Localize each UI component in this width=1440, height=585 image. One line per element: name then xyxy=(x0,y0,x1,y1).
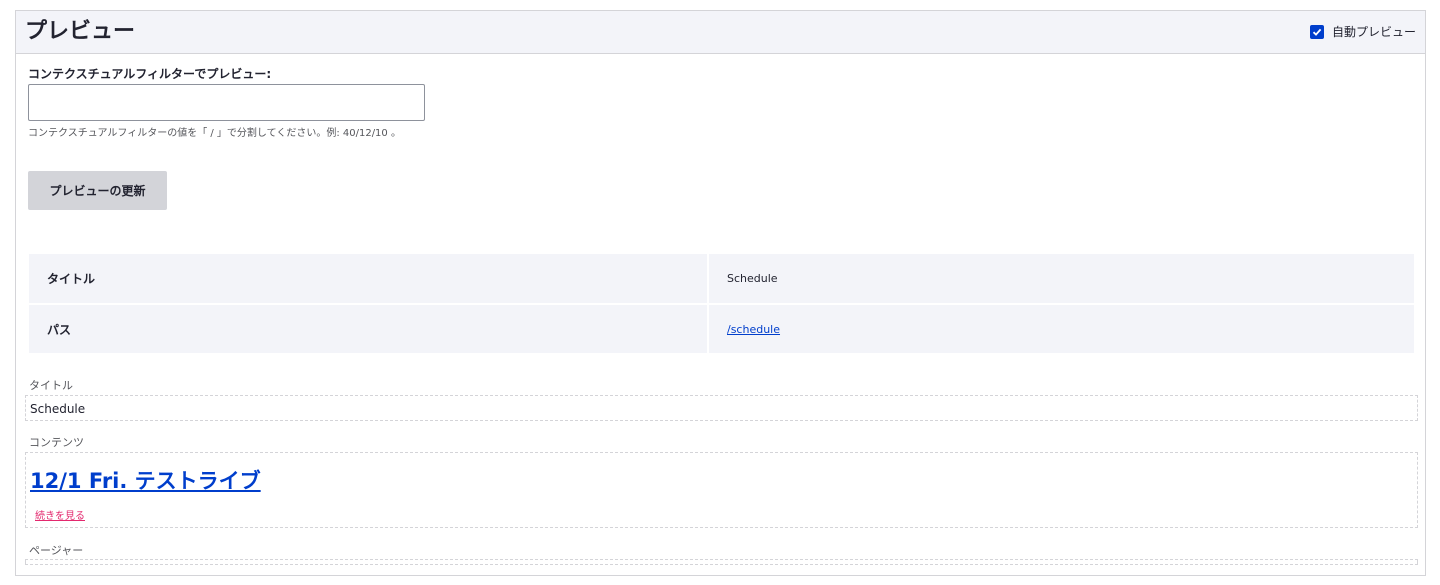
title-field-box: Schedule xyxy=(25,395,1418,421)
info-value-path-cell: /schedule xyxy=(708,304,1414,355)
title-field-label: タイトル xyxy=(29,379,73,392)
preview-panel: プレビュー 自動プレビュー コンテクスチュアルフィルターでプレビュー: コンテク… xyxy=(15,10,1426,576)
checkmark-icon xyxy=(1312,28,1322,36)
info-key-title: タイトル xyxy=(29,254,709,305)
contextual-filter-help: コンテクスチュアルフィルターの値を「 / 」で分割してください。例: 40/12… xyxy=(28,128,401,139)
auto-preview-label: 自動プレビュー xyxy=(1331,25,1416,39)
auto-preview-toggle[interactable]: 自動プレビュー xyxy=(1309,24,1416,40)
pager-field-label: ページャー xyxy=(29,544,84,557)
panel-header: プレビュー 自動プレビュー xyxy=(16,11,1425,54)
table-row: タイトル Schedule xyxy=(29,254,1414,305)
path-link[interactable]: /schedule xyxy=(727,323,780,336)
info-key-path: パス xyxy=(29,304,709,355)
content-heading-link[interactable]: 12/1 Fri. テストライブ xyxy=(30,467,261,495)
table-row: パス /schedule xyxy=(29,304,1414,355)
content-field-label: コンテンツ xyxy=(29,436,84,449)
read-more-link[interactable]: 続きを見る xyxy=(35,510,85,524)
title-field-value: Schedule xyxy=(30,402,86,416)
update-preview-button[interactable]: プレビューの更新 xyxy=(28,171,167,210)
info-value-title: Schedule xyxy=(708,254,1414,305)
panel-title: プレビュー xyxy=(25,19,136,44)
auto-preview-checkbox[interactable] xyxy=(1309,25,1324,39)
contextual-filter-label: コンテクスチュアルフィルターでプレビュー: xyxy=(28,67,272,81)
content-field-box: 12/1 Fri. テストライブ 続きを見る xyxy=(25,452,1418,528)
contextual-filter-input[interactable] xyxy=(28,84,425,121)
pager-field-box xyxy=(25,559,1418,565)
preview-info-table: タイトル Schedule パス /schedule xyxy=(29,254,1414,355)
